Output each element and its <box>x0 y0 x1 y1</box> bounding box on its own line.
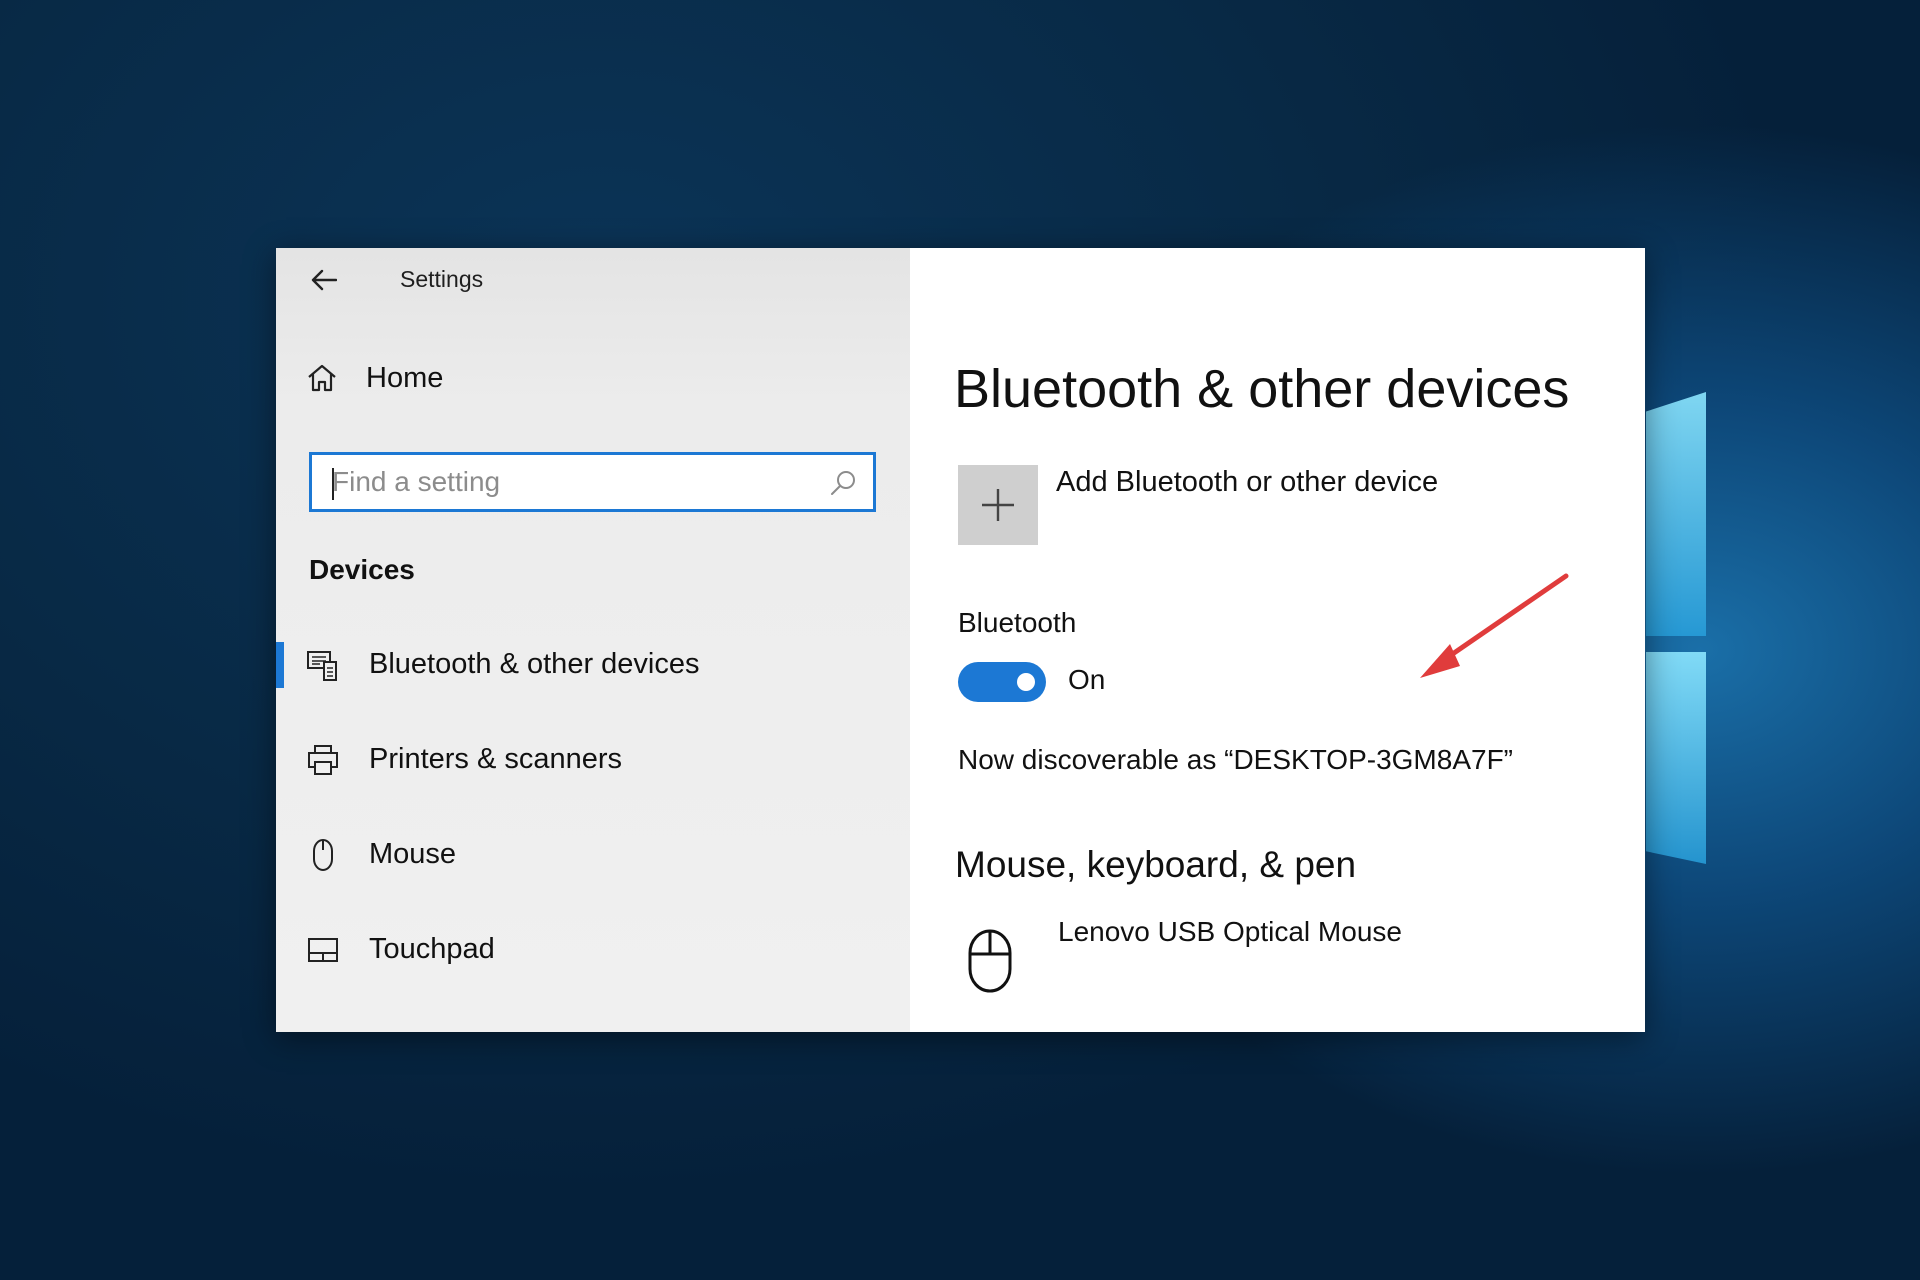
main-content: Bluetooth & other devices Add Bluetooth … <box>910 248 1645 1032</box>
sidebar-item-touchpad[interactable]: Touchpad <box>276 919 910 979</box>
title-bar: Settings <box>276 248 910 312</box>
sidebar-item-mouse[interactable]: Mouse <box>276 824 910 884</box>
app-title: Settings <box>400 266 484 292</box>
search-icon[interactable] <box>829 469 857 497</box>
sidebar-item-bluetooth[interactable]: Bluetooth & other devices <box>276 634 910 694</box>
mouse-section-title: Mouse, keyboard, & pen <box>955 844 1357 885</box>
windows-logo-pane <box>1646 392 1706 636</box>
settings-window: Settings Home Devices Bluetooth & other … <box>276 248 1645 1032</box>
sidebar-item-home[interactable]: Home <box>306 358 443 398</box>
search-input[interactable] <box>332 455 812 509</box>
plus-icon <box>982 489 1014 521</box>
annotation-arrow-icon <box>1420 573 1569 678</box>
device-item[interactable]: Lenovo USB Optical Mouse <box>958 916 1598 996</box>
bluetooth-toggle[interactable] <box>958 662 1046 702</box>
search-box[interactable] <box>309 452 876 512</box>
back-arrow-icon <box>311 269 337 291</box>
device-name: Lenovo USB Optical Mouse <box>1058 916 1402 947</box>
sidebar: Settings Home Devices Bluetooth & other … <box>276 248 910 1032</box>
sidebar-item-label: Mouse <box>369 837 457 870</box>
mouse-icon <box>968 929 1012 993</box>
sidebar-item-label: Printers & scanners <box>369 742 623 775</box>
add-device-label[interactable]: Add Bluetooth or other device <box>1056 466 1438 499</box>
toggle-knob <box>1017 673 1035 691</box>
bluetooth-label: Bluetooth <box>958 607 1077 638</box>
sidebar-item-label: Bluetooth & other devices <box>369 647 700 680</box>
windows-logo-pane <box>1646 652 1706 864</box>
mouse-icon <box>306 838 340 872</box>
bluetooth-devices-icon <box>306 648 340 682</box>
touchpad-icon <box>306 933 340 967</box>
sidebar-item-printers[interactable]: Printers & scanners <box>276 729 910 789</box>
page-title: Bluetooth & other devices <box>954 359 1570 419</box>
sidebar-item-label: Home <box>366 361 444 394</box>
add-device-button[interactable] <box>958 465 1038 545</box>
home-icon <box>308 364 336 392</box>
back-button[interactable] <box>306 262 342 298</box>
text-caret <box>332 468 334 500</box>
section-heading: Devices <box>309 554 415 585</box>
discoverable-text: Now discoverable as “DESKTOP-3GM8A7F” <box>958 744 1513 775</box>
printer-icon <box>306 743 340 777</box>
sidebar-item-label: Touchpad <box>369 932 495 965</box>
bluetooth-toggle-state: On <box>1068 664 1106 695</box>
